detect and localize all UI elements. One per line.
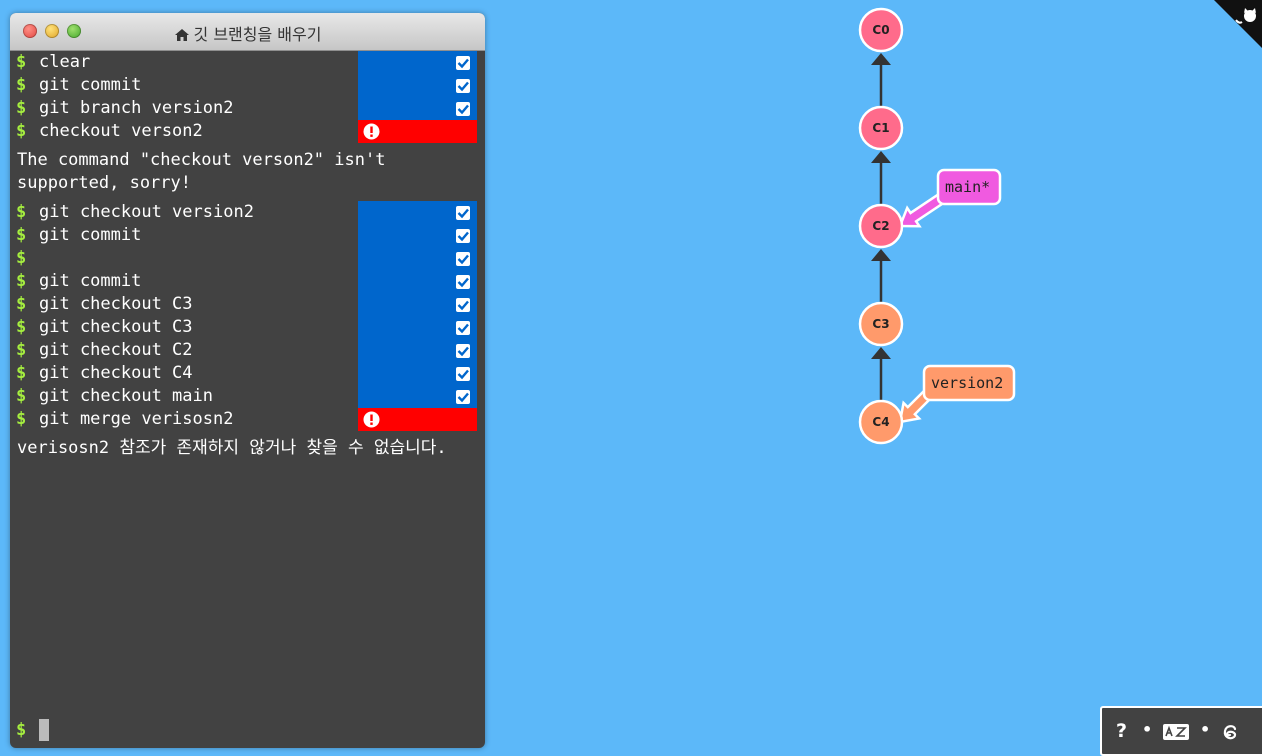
commit-node-c3[interactable]: C3 xyxy=(858,301,904,347)
commit-label: C0 xyxy=(872,23,889,37)
prompt-symbol: $ xyxy=(16,202,27,222)
prompt-symbol: $ xyxy=(16,386,27,406)
command-status xyxy=(358,74,477,97)
commit-label: C1 xyxy=(872,121,889,135)
command-status xyxy=(358,270,477,293)
command-input[interactable]: $ xyxy=(10,719,485,742)
command-status xyxy=(358,316,477,339)
commit-node-c0[interactable]: C0 xyxy=(858,7,904,53)
prompt-symbol: $ xyxy=(16,720,27,740)
home-icon xyxy=(174,27,190,46)
terminal-command-row: $ git merge verisosn2 xyxy=(10,408,485,431)
command-text: git checkout version2 xyxy=(39,202,254,222)
edge-arrowhead xyxy=(871,249,891,261)
terminal-message: verisosn2 참조가 존재하지 않거나 찾을 수 없습니다. xyxy=(17,438,447,458)
terminal-message: The command "checkout verson2" isn't sup… xyxy=(17,150,396,193)
commit-label: C2 xyxy=(872,219,889,233)
edge-arrowhead xyxy=(871,347,891,359)
prompt-symbol: $ xyxy=(16,248,27,268)
prompt-symbol: $ xyxy=(16,271,27,291)
command-text: git commit xyxy=(39,75,142,95)
command-history: $ clear $ git commit $ git branch version2 $ ch… xyxy=(10,51,485,466)
command-text: git checkout C2 xyxy=(39,340,193,360)
commit-node-c1[interactable]: C1 xyxy=(858,105,904,151)
text-cursor xyxy=(39,719,49,741)
terminal-command-row: $ xyxy=(10,247,485,270)
command-status xyxy=(358,51,477,74)
command-status xyxy=(358,97,477,120)
command-text: clear xyxy=(39,52,91,72)
github-corner-link[interactable] xyxy=(1214,0,1262,48)
threads-icon[interactable] xyxy=(1220,722,1240,747)
command-status xyxy=(358,339,477,362)
toolbar-separator: • xyxy=(1200,720,1211,739)
commit-node-c4[interactable]: C4 xyxy=(858,399,904,445)
terminal-command-row: $ git checkout C2 xyxy=(10,339,485,362)
terminal-command-row: $ git commit xyxy=(10,224,485,247)
command-status xyxy=(358,362,477,385)
terminal-command-row: $ git checkout C3 xyxy=(10,316,485,339)
command-text: git checkout C4 xyxy=(39,363,193,383)
terminal-command-row: $ clear xyxy=(10,51,485,74)
terminal-command-row: $ git checkout main xyxy=(10,385,485,408)
error-icon xyxy=(363,411,380,435)
prompt-symbol: $ xyxy=(16,294,27,314)
command-text: git commit xyxy=(39,271,142,291)
edge-arrowhead xyxy=(871,53,891,65)
help-icon[interactable]: ? xyxy=(1116,720,1127,742)
command-text: git merge verisosn2 xyxy=(39,409,234,429)
edge-arrowhead xyxy=(871,151,891,163)
window-title: 깃 브랜칭을 배우기 xyxy=(193,25,322,44)
command-text: git checkout C3 xyxy=(39,317,193,337)
command-status xyxy=(358,385,477,408)
command-text: git branch version2 xyxy=(39,98,234,118)
prompt-symbol: $ xyxy=(16,363,27,383)
prompt-symbol: $ xyxy=(16,75,27,95)
branch-label-version2[interactable]: version2 xyxy=(898,364,1016,424)
prompt-symbol: $ xyxy=(16,317,27,337)
prompt-symbol: $ xyxy=(16,98,27,118)
command-status xyxy=(358,408,477,431)
command-status xyxy=(358,120,477,143)
language-icon[interactable] xyxy=(1162,723,1190,746)
bottom-toolbar: ? • • xyxy=(1100,706,1262,756)
command-text: git commit xyxy=(39,225,142,245)
toolbar-separator: • xyxy=(1142,720,1153,739)
command-status xyxy=(358,247,477,270)
branch-label-main[interactable]: main* xyxy=(898,168,1002,228)
branch-name: version2 xyxy=(931,374,1003,392)
error-icon xyxy=(363,123,380,147)
terminal-command-row: $ git branch version2 xyxy=(10,97,485,120)
commit-label: C4 xyxy=(872,415,889,429)
prompt-symbol: $ xyxy=(16,52,27,72)
prompt-symbol: $ xyxy=(16,340,27,360)
branch-name: main* xyxy=(945,178,990,196)
prompt-symbol: $ xyxy=(16,121,27,141)
terminal-command-row: $ git checkout C3 xyxy=(10,293,485,316)
title-bar: 깃 브랜칭을 배우기 xyxy=(10,13,485,51)
command-text: git checkout C3 xyxy=(39,294,193,314)
prompt-symbol: $ xyxy=(16,225,27,245)
terminal-command-row: $ checkout verson2 xyxy=(10,120,485,143)
terminal-command-row: $ git checkout C4 xyxy=(10,362,485,385)
command-text: checkout verson2 xyxy=(39,121,203,141)
commit-node-c2[interactable]: C2 xyxy=(858,203,904,249)
terminal-command-row: $ git checkout version2 xyxy=(10,201,485,224)
prompt-symbol: $ xyxy=(16,409,27,429)
command-status xyxy=(358,293,477,316)
command-status xyxy=(358,201,477,224)
terminal-command-row: $ git commit xyxy=(10,74,485,97)
command-text: git checkout main xyxy=(39,386,213,406)
terminal-window: 깃 브랜칭을 배우기 $ clear $ git commit $ git branch … xyxy=(10,13,485,748)
command-status xyxy=(358,224,477,247)
commit-label: C3 xyxy=(872,317,889,331)
terminal-command-row: $ git commit xyxy=(10,270,485,293)
